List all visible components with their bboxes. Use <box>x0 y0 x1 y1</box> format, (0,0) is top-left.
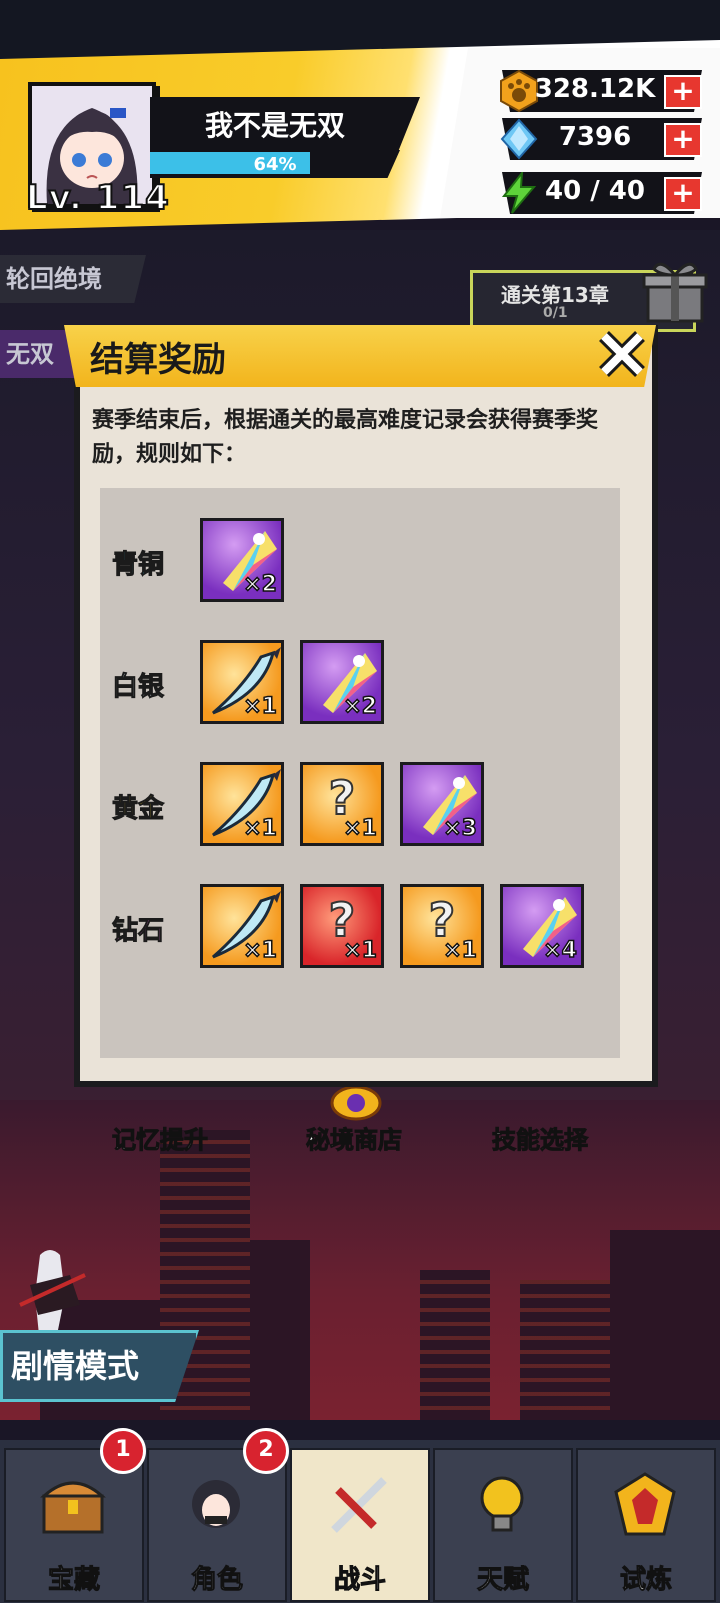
player-level: Lv. 114 <box>25 177 170 219</box>
add-energy-button[interactable]: + <box>664 177 702 211</box>
xp-percent: 64% <box>253 154 297 175</box>
chapter-task-progress: 0/1 <box>543 305 568 321</box>
nav-lightbulb[interactable]: 天赋 <box>433 1448 573 1602</box>
close-icon <box>599 331 645 377</box>
reward-item-mystery-orange[interactable]: ? ×1 <box>400 884 484 968</box>
question-mark-icon: ? <box>328 770 357 826</box>
diamond-value: 7396 <box>558 122 632 152</box>
close-button[interactable] <box>592 324 652 384</box>
reward-item-mystery-orange[interactable]: ? ×1 <box>300 762 384 846</box>
tier-label: 钻石 <box>112 916 165 947</box>
dialog-description: 赛季结束后，根据通关的最高难度记录会获得赛季奖励，规则如下： <box>92 408 599 467</box>
reward-item-crystal[interactable]: ×3 <box>400 762 484 846</box>
reward-item-crystal[interactable]: ×2 <box>200 518 284 602</box>
shop-emblem-icon <box>330 1085 382 1121</box>
notification-badge: 1 <box>100 1428 146 1474</box>
reward-count: ×1 <box>243 937 278 964</box>
nav-label: 宝藏 <box>47 1565 100 1596</box>
reward-count: ×1 <box>343 815 378 842</box>
character-icon <box>181 1470 251 1540</box>
nav-label: 天赋 <box>476 1565 529 1596</box>
chapter-task-title: 通关第13章 <box>501 283 609 307</box>
nav-label: 战斗 <box>333 1565 386 1596</box>
reward-count: ×1 <box>443 937 478 964</box>
reward-count: ×1 <box>243 693 278 720</box>
tab-reincarnation[interactable]: 轮回绝境 <box>0 255 146 303</box>
gold-value: 328.12K <box>534 74 656 104</box>
nav-trial-emblem[interactable]: 试炼 <box>576 1448 716 1602</box>
trial-emblem-icon <box>610 1470 680 1540</box>
reward-count: ×3 <box>443 815 478 842</box>
energy-value: 40 / 40 <box>545 176 645 206</box>
reward-count: ×2 <box>343 693 378 720</box>
reward-item-blade[interactable]: ×1 <box>200 884 284 968</box>
reward-item-crystal[interactable]: ×2 <box>300 640 384 724</box>
gift-box-icon[interactable] <box>640 255 710 325</box>
reward-item-blade[interactable]: ×1 <box>200 762 284 846</box>
notification-badge: 2 <box>243 1428 289 1474</box>
reward-count: ×4 <box>543 937 578 964</box>
reward-item-mystery-red[interactable]: ? ×1 <box>300 884 384 968</box>
story-mode-button[interactable]: 剧情模式 <box>0 1330 199 1402</box>
memory-upgrade-button[interactable]: 记忆提升 <box>112 1120 209 1155</box>
reward-item-blade[interactable]: ×1 <box>200 640 284 724</box>
tier-label: 黄金 <box>112 794 165 825</box>
battle-swords-icon <box>324 1470 394 1540</box>
secret-shop-button[interactable]: 秘境商店 <box>306 1120 403 1155</box>
nav-label: 试炼 <box>619 1565 672 1596</box>
treasure-chest-icon <box>38 1470 108 1540</box>
nav-label: 角色 <box>190 1565 243 1596</box>
tier-label: 青铜 <box>112 550 165 581</box>
reward-item-crystal[interactable]: ×4 <box>500 884 584 968</box>
question-mark-icon: ? <box>328 892 357 948</box>
player-name: 我不是无双 <box>204 109 345 142</box>
add-gold-button[interactable]: + <box>664 75 702 109</box>
reward-count: ×2 <box>243 571 278 598</box>
reward-count: ×1 <box>343 937 378 964</box>
reward-count: ×1 <box>243 815 278 842</box>
tier-label: 白银 <box>112 672 165 703</box>
skill-select-button[interactable]: 技能选择 <box>492 1120 589 1155</box>
add-diamond-button[interactable]: + <box>664 123 702 157</box>
nav-battle-swords[interactable]: 战斗 <box>290 1448 430 1602</box>
lightbulb-icon <box>467 1470 537 1540</box>
dialog-title: 结算奖励 <box>90 340 226 380</box>
question-mark-icon: ? <box>428 892 457 948</box>
